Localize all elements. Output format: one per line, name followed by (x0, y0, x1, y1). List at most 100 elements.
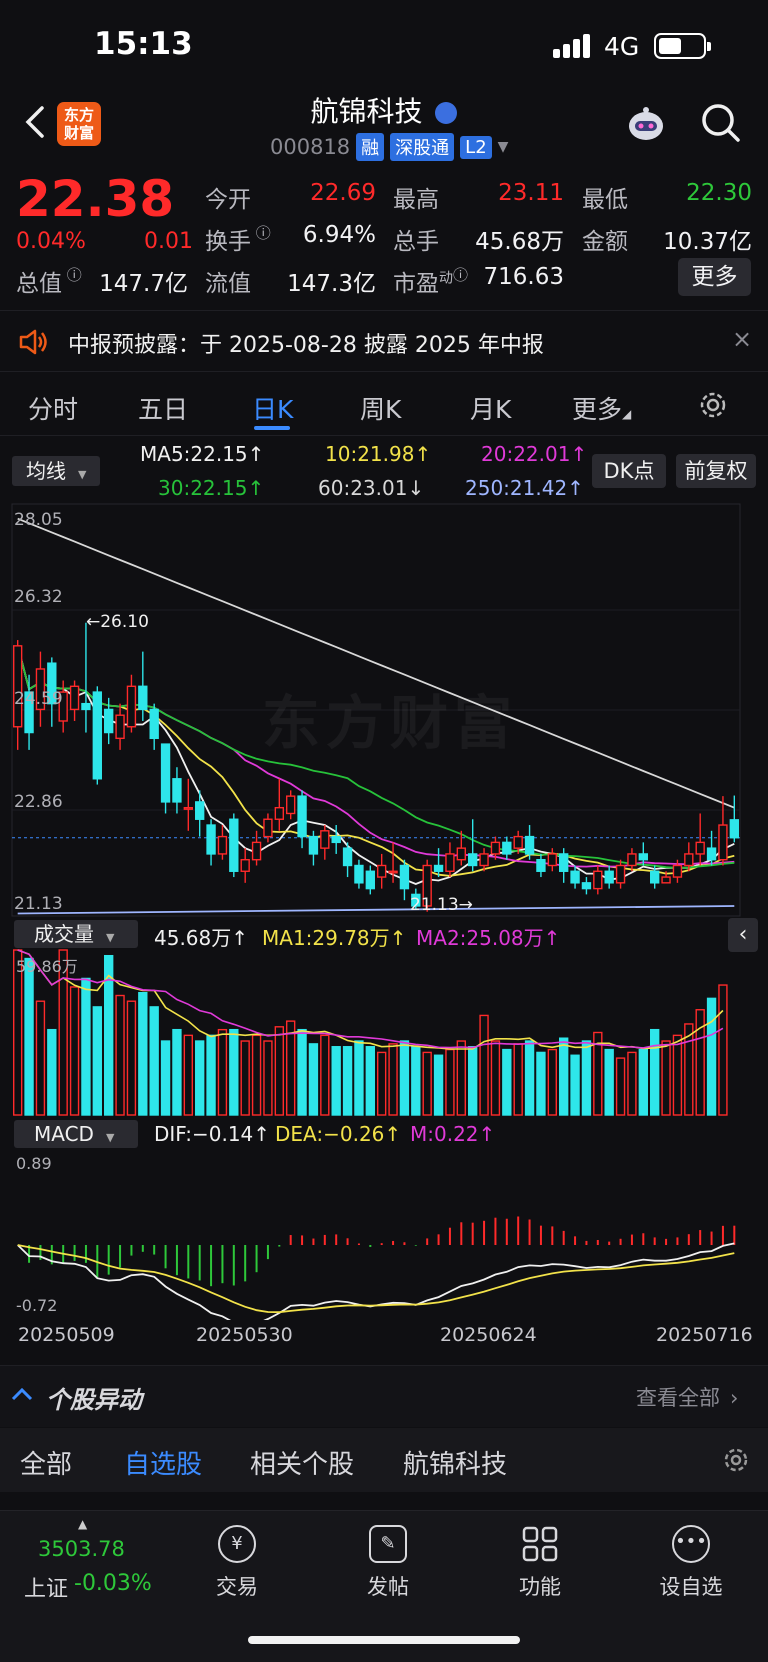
tab-daily-k[interactable]: 日K (252, 390, 293, 426)
indicator-select-volume[interactable]: 成交量 ▼ (14, 920, 138, 948)
candle-body (445, 853, 455, 872)
tab-more[interactable]: 更多◢ (572, 390, 631, 426)
filter-tabs: 全部 自选股 相关个股 航锦科技 (0, 1428, 768, 1492)
y-label-3: 24.59 (14, 689, 63, 709)
enterprise-badge-icon (435, 102, 458, 124)
candle-body (320, 830, 330, 849)
tab-five-day[interactable]: 五日 (138, 390, 188, 426)
ma30-legend: 30:22.15↑ (158, 476, 265, 500)
candle-body (115, 714, 125, 740)
candle-body (581, 882, 592, 890)
stock-code-row: 000818 融 深股通 L2 ▼ (270, 133, 508, 161)
home-indicator (248, 1636, 520, 1644)
candle-body (160, 743, 171, 803)
view-all-link[interactable]: 查看全部 › (636, 1382, 738, 1412)
market-cap-value: 147.7亿 (99, 271, 188, 297)
candle-body (251, 841, 262, 861)
volume-bar (240, 1040, 250, 1116)
indicator-select-ma[interactable]: 均线 ▼ (12, 456, 100, 486)
volume-bar (433, 1054, 444, 1116)
trade-icon: ¥ (218, 1525, 256, 1563)
info-icon[interactable]: ⓘ (62, 266, 82, 284)
volume-bar (468, 1046, 478, 1116)
forward-adjust-button[interactable]: 前复权 (676, 454, 756, 488)
change-percent: 0.04% (16, 229, 86, 254)
macd-dif-line (17, 1242, 735, 1320)
index-ticker[interactable]: ▲ 3503.78 上证 -0.03% (10, 1511, 170, 1611)
candle-body (13, 645, 23, 728)
more-button[interactable]: 更多 (678, 258, 751, 296)
chevron-up-icon[interactable] (10, 1384, 34, 1404)
candle-body (536, 859, 546, 872)
index-name: 上证 (24, 1577, 69, 1602)
candle-body (638, 853, 648, 861)
candle-body (195, 801, 205, 820)
notice-bar[interactable]: 中报预披露：于 2025-08-28 披露 2025 年中报 × (0, 310, 768, 372)
ma5-legend: MA5:22.15↑ (140, 442, 265, 466)
candle-body (615, 864, 626, 884)
volume-bar (581, 1040, 592, 1116)
close-icon[interactable]: × (732, 325, 752, 353)
volume-bar (570, 1054, 580, 1116)
market-cap-label: 总值 ⓘ (16, 266, 82, 297)
stock-name: 航锦科技 (310, 95, 423, 128)
volume-bar (115, 994, 125, 1116)
filter-this-stock[interactable]: 航锦科技 (403, 1444, 507, 1481)
dk-point-button[interactable]: DK点 (592, 454, 666, 488)
filter-watchlist[interactable]: 自选股 (124, 1444, 202, 1481)
open-label: 今开 (205, 187, 251, 213)
volume-bar (456, 1040, 466, 1116)
candle-body (126, 685, 137, 728)
nav-functions[interactable]: 功能 (490, 1525, 590, 1601)
tab-weekly-k[interactable]: 周K (360, 390, 401, 426)
search-icon[interactable] (700, 102, 742, 144)
collapse-panel-button[interactable]: ‹ (728, 918, 758, 952)
period-tabs: 分时 五日 日K 周K 月K 更多◢ (0, 374, 768, 436)
volume-bar (377, 1051, 387, 1116)
volume-bar (35, 1000, 46, 1116)
candle-body (695, 841, 705, 855)
settings-icon[interactable] (722, 1446, 750, 1474)
candle-body (593, 870, 603, 890)
tab-monthly-k[interactable]: 月K (470, 390, 511, 426)
float-cap-value: 147.3亿 (287, 271, 376, 297)
candle-body (547, 853, 557, 867)
candle-body (342, 847, 353, 867)
indicator-select-macd[interactable]: MACD ▼ (14, 1120, 138, 1148)
volume-bar (81, 977, 91, 1116)
volume-bar (342, 1046, 353, 1116)
info-icon[interactable]: ⓘ (251, 224, 271, 242)
candle-body (684, 853, 694, 867)
volume-legend: 45.68万↑ (154, 926, 249, 950)
robot-assistant-icon[interactable] (624, 102, 668, 146)
y-label-5: 21.13 (14, 894, 63, 914)
status-bar: 15:13 4G (0, 0, 768, 90)
min-price-annotation: 21.13→ (410, 895, 473, 915)
settings-icon[interactable] (698, 390, 728, 420)
candle-body (206, 824, 216, 855)
candle-body (388, 870, 398, 874)
volume-y-label: 59.86万 (16, 957, 78, 976)
info-icon[interactable]: ⓘ (453, 266, 468, 284)
candle-body (718, 824, 728, 861)
volume-bar (354, 1040, 364, 1116)
network-label: 4G (604, 32, 640, 61)
pe-label: 市盈动ⓘ (393, 266, 469, 297)
low-label: 最低 (582, 187, 628, 213)
chevron-down-icon[interactable]: ▼ (498, 139, 509, 155)
nav-post[interactable]: ✎ 发帖 (338, 1525, 438, 1601)
current-price: 22.38 (16, 170, 175, 228)
y-label-1: 28.05 (14, 510, 63, 530)
filter-related[interactable]: 相关个股 (250, 1444, 354, 1481)
nav-trade[interactable]: ¥ 交易 (187, 1525, 287, 1601)
volume-bar (308, 1043, 319, 1116)
volume-bar (92, 1006, 102, 1116)
ma10-legend: 10:21.98↑ (325, 442, 432, 466)
candle-body (149, 708, 159, 740)
candle-body (456, 847, 466, 861)
index-value: 3503.78 (38, 1537, 125, 1561)
macd-m-legend: M:0.22↑ (410, 1122, 496, 1146)
tab-intraday[interactable]: 分时 (28, 390, 78, 426)
filter-all[interactable]: 全部 (20, 1444, 72, 1481)
nav-add-watchlist[interactable]: ••• 设自选 (641, 1525, 741, 1601)
